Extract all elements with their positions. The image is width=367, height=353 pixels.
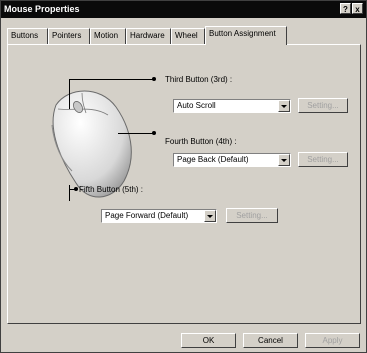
chevron-down-icon[interactable] — [278, 100, 290, 112]
ok-button[interactable]: OK — [181, 333, 236, 348]
title-bar: Mouse Properties ? x — [1, 1, 366, 18]
third-button-leader-line-vertical — [69, 79, 70, 109]
fifth-button-select-value: Page Forward (Default) — [105, 211, 189, 220]
tab-hardware[interactable]: Hardware — [126, 28, 171, 44]
fourth-button-setting-button[interactable]: Setting... — [298, 152, 348, 167]
tab-pointers[interactable]: Pointers — [48, 28, 90, 44]
fourth-button-label: Fourth Button (4th) : — [165, 137, 237, 146]
third-button-leader-dot — [152, 77, 156, 81]
window-title: Mouse Properties — [4, 4, 80, 14]
third-button-label: Third Button (3rd) : — [165, 75, 233, 84]
fifth-button-leader-dot — [74, 187, 78, 191]
chevron-down-icon[interactable] — [278, 154, 290, 166]
close-button[interactable]: x — [352, 3, 363, 14]
mouse-properties-dialog: Mouse Properties ? x Buttons Pointers Mo… — [0, 0, 367, 353]
chevron-down-icon[interactable] — [204, 210, 216, 222]
tab-wheel[interactable]: Wheel — [171, 28, 205, 44]
button-assignment-panel: Third Button (3rd) : Auto Scroll Setting… — [7, 44, 361, 324]
third-button-leader-line — [69, 79, 154, 80]
fifth-button-leader-line-vertical — [69, 185, 70, 201]
fifth-button-label: Fifth Button (5th) : — [79, 185, 144, 194]
fourth-button-select[interactable]: Page Back (Default) — [173, 153, 291, 167]
third-button-setting-button[interactable]: Setting... — [298, 98, 348, 113]
tab-motion[interactable]: Motion — [90, 28, 126, 44]
cancel-button[interactable]: Cancel — [243, 333, 298, 348]
fifth-button-setting-button[interactable]: Setting... — [226, 208, 278, 223]
third-button-select[interactable]: Auto Scroll — [173, 99, 291, 113]
fourth-button-select-value: Page Back (Default) — [177, 155, 249, 164]
tab-buttons[interactable]: Buttons — [7, 28, 48, 44]
fourth-button-leader-dot — [152, 131, 156, 135]
apply-button[interactable]: Apply — [305, 333, 360, 348]
fifth-button-select[interactable]: Page Forward (Default) — [101, 209, 217, 223]
fourth-button-leader-line — [118, 133, 154, 134]
tab-button-assignment[interactable]: Button Assignment — [205, 26, 287, 45]
help-button[interactable]: ? — [340, 3, 351, 14]
third-button-select-value: Auto Scroll — [177, 101, 216, 110]
